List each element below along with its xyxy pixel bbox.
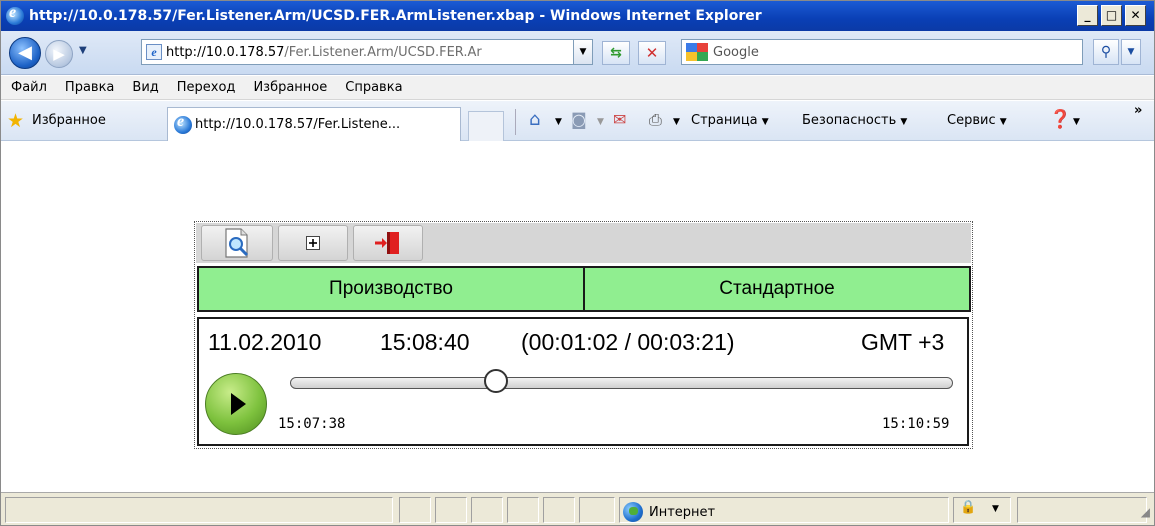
xbap-application: Производство Стандартное 11.02.2010 15:0… (194, 221, 973, 449)
back-button[interactable]: ◀ (9, 37, 41, 69)
status-bar: Интернет 🔒 ▼ ◢ (1, 492, 1154, 525)
more-commands-button[interactable]: » (1134, 103, 1142, 118)
status-cell (579, 497, 615, 523)
status-cell (471, 497, 503, 523)
playback-start-time: 15:07:38 (278, 416, 346, 432)
feeds-icon[interactable]: ◙ (571, 110, 587, 130)
title-bar: http://10.0.178.57/Fer.Listener.Arm/UCSD… (1, 1, 1154, 31)
new-tab-button[interactable] (468, 111, 504, 141)
exit-door-icon (375, 232, 399, 254)
playback-end-time: 15:10:59 (882, 416, 950, 432)
ie-icon (6, 4, 24, 25)
status-cell (399, 497, 431, 523)
mode-row: Производство Стандартное (197, 266, 971, 312)
stop-button[interactable]: ✕ (638, 41, 666, 65)
address-bar[interactable]: e http://10.0.178.57/Fer.Listener.Arm/UC… (141, 39, 593, 65)
print-dropdown-icon[interactable]: ▼ (673, 113, 680, 128)
tools-menu[interactable]: Сервис ▼ (947, 113, 1007, 128)
status-text-cell (5, 497, 393, 523)
search-icon[interactable]: ⚲ (1093, 39, 1119, 65)
playback-date: 11.02.2010 (208, 329, 322, 355)
google-icon (686, 43, 708, 61)
menu-favorites[interactable]: Избранное (253, 80, 327, 95)
safety-menu-label: Безопасность (802, 113, 897, 128)
minimize-button[interactable]: _ (1077, 5, 1098, 26)
playback-slider[interactable] (290, 377, 953, 389)
protected-mode-cell[interactable]: 🔒 ▼ (953, 497, 1011, 523)
playback-timezone: GMT +3 (861, 329, 945, 355)
search-input[interactable]: Google (713, 45, 759, 60)
maximize-button[interactable]: □ (1101, 5, 1122, 26)
print-icon[interactable]: ⎙ (649, 110, 662, 130)
playback-time: 15:08:40 (380, 329, 470, 355)
play-button[interactable] (205, 373, 267, 435)
address-input[interactable]: http://10.0.178.57/Fer.Listener.Arm/UCSD… (166, 45, 576, 60)
globe-icon (623, 502, 643, 522)
tools-menu-label: Сервис (947, 113, 996, 128)
help-icon[interactable]: ❓ (1049, 110, 1071, 130)
menu-file[interactable]: Файл (11, 80, 47, 95)
ie-tab-icon (174, 113, 192, 134)
refresh-button[interactable]: ⇆ (602, 41, 630, 65)
playback-panel: 11.02.2010 15:08:40 (00:01:02 / 00:03:21… (197, 317, 969, 446)
home-icon[interactable]: ⌂ (529, 110, 540, 130)
browser-tab[interactable]: http://10.0.178.57/Fer.Listene... (167, 107, 461, 141)
zoom-dropdown-icon[interactable]: ▼ (992, 504, 999, 514)
plus-box-icon (306, 236, 320, 250)
menu-bar: Файл Правка Вид Переход Избранное Справк… (1, 76, 1154, 100)
feeds-dropdown-icon[interactable]: ▼ (597, 113, 604, 128)
address-path: /Fer.Listener.Arm/UCSD.FER.Ar (284, 44, 482, 60)
toolbar-separator (515, 109, 516, 135)
address-host: http://10.0.178.57 (166, 44, 285, 60)
favorites-bar: ★ Избранное http://10.0.178.57/Fer.Liste… (1, 101, 1154, 141)
page-content: Производство Стандартное 11.02.2010 15:0… (1, 142, 1154, 492)
playback-slider-thumb[interactable] (483, 369, 508, 393)
mail-icon[interactable]: ✉ (613, 110, 626, 130)
tab-production[interactable]: Производство (197, 266, 585, 312)
forward-button[interactable]: ▶ (45, 40, 73, 68)
menu-go[interactable]: Переход (177, 80, 236, 95)
menu-help[interactable]: Справка (345, 80, 402, 95)
status-cell (435, 497, 467, 523)
page-favicon-icon: e (146, 44, 162, 60)
browser-window: http://10.0.178.57/Fer.Listener.Arm/UCSD… (0, 0, 1155, 526)
close-button[interactable]: ✕ (1125, 5, 1146, 26)
exit-button[interactable] (353, 225, 423, 261)
status-cell (507, 497, 539, 523)
favorites-star-icon[interactable]: ★ (7, 111, 24, 131)
app-toolbar (196, 223, 971, 263)
document-magnifier-icon (225, 228, 249, 258)
search-records-button[interactable] (201, 225, 273, 261)
menu-edit[interactable]: Правка (65, 80, 114, 95)
expand-button[interactable] (278, 225, 348, 261)
search-box[interactable]: Google (681, 39, 1083, 65)
security-zone-label: Интернет (649, 504, 716, 520)
page-menu-label: Страница (691, 113, 758, 128)
status-cell (1017, 497, 1147, 523)
menu-view[interactable]: Вид (132, 80, 158, 95)
window-title: http://10.0.178.57/Fer.Listener.Arm/UCSD… (29, 8, 762, 24)
security-zone: Интернет (623, 502, 715, 522)
address-toolbar: ◀ ▶ ▼ e http://10.0.178.57/Fer.Listener.… (1, 31, 1154, 75)
favorites-button[interactable]: Избранное (32, 113, 106, 128)
help-dropdown-icon[interactable]: ▼ (1073, 113, 1080, 128)
tab-title: http://10.0.178.57/Fer.Listene... (195, 117, 401, 132)
safety-menu[interactable]: Безопасность ▼ (802, 113, 907, 128)
status-cell (543, 497, 575, 523)
address-dropdown-icon[interactable]: ▼ (573, 40, 592, 64)
search-options-dropdown-icon[interactable]: ▼ (1121, 39, 1141, 65)
tab-standard[interactable]: Стандартное (585, 266, 971, 312)
recent-pages-dropdown-icon[interactable]: ▼ (79, 45, 87, 56)
page-menu[interactable]: Страница ▼ (691, 113, 769, 128)
lock-icon: 🔒 (960, 500, 977, 515)
home-dropdown-icon[interactable]: ▼ (555, 113, 562, 128)
resize-grip-icon[interactable]: ◢ (1141, 505, 1150, 519)
playback-position: (00:01:02 / 00:03:21) (521, 329, 735, 355)
